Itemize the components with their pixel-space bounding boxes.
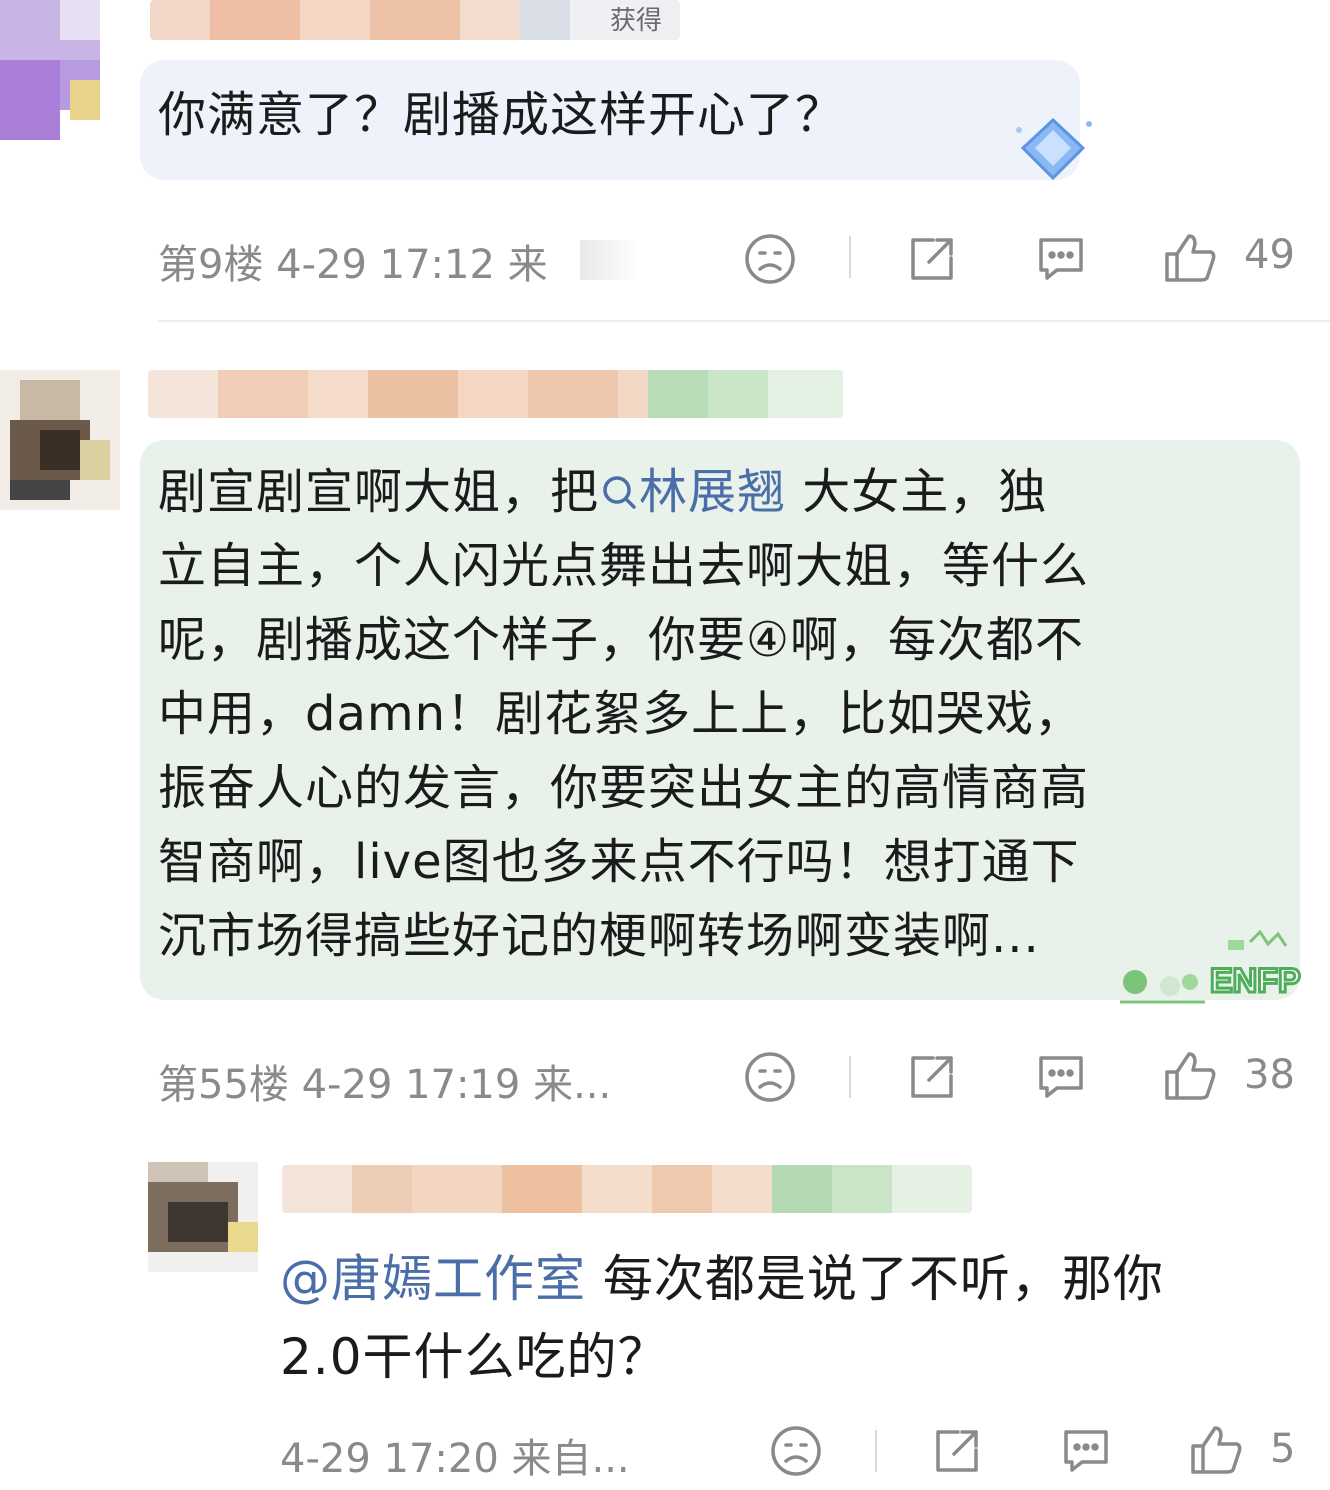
enfp-badge-text: ENFP bbox=[1210, 962, 1301, 1000]
enfp-sticker: ENFP bbox=[1110, 930, 1325, 1015]
comment-meta: 第55楼 4-29 17:19 来... bbox=[158, 1062, 612, 1108]
comment-meta: 4-29 17:20 来自... bbox=[280, 1436, 630, 1482]
username-blurred[interactable] bbox=[148, 370, 843, 418]
mention-link[interactable]: @唐嫣工作室 bbox=[280, 1250, 586, 1308]
avatar[interactable] bbox=[0, 370, 120, 510]
sad-face-icon[interactable] bbox=[769, 1424, 823, 1478]
comment-meta: 第9楼 4-29 17:12 来 bbox=[158, 242, 548, 288]
username-blurred[interactable] bbox=[150, 0, 680, 40]
search-icon bbox=[603, 476, 636, 509]
topic-link[interactable]: 林展翘 bbox=[599, 464, 786, 520]
like-count: 5 bbox=[1270, 1426, 1296, 1472]
like-count: 49 bbox=[1244, 232, 1295, 278]
sad-face-icon[interactable] bbox=[743, 232, 797, 286]
share-icon[interactable] bbox=[905, 1050, 959, 1104]
avatar[interactable] bbox=[148, 1162, 258, 1272]
share-icon[interactable] bbox=[905, 232, 959, 286]
avatar[interactable] bbox=[0, 0, 110, 150]
thumbs-up-icon[interactable] bbox=[1163, 1048, 1219, 1104]
username-blurred[interactable] bbox=[282, 1165, 972, 1213]
reply-text: @唐嫣工作室 每次都是说了不听，那你 2.0干什么吃的？ bbox=[280, 1250, 1164, 1386]
sad-face-icon[interactable] bbox=[743, 1050, 797, 1104]
user-badge: 获得 bbox=[610, 6, 663, 36]
comment-icon[interactable] bbox=[1033, 232, 1089, 286]
divider bbox=[849, 236, 851, 278]
comment-icon[interactable] bbox=[1033, 1050, 1089, 1104]
thumbs-up-icon[interactable] bbox=[1163, 230, 1219, 286]
diamond-badge-icon bbox=[1005, 110, 1105, 190]
divider bbox=[875, 1430, 877, 1472]
comment-text: 你满意了？剧播成这样开心了？ bbox=[158, 87, 845, 143]
thumbs-up-icon[interactable] bbox=[1189, 1422, 1245, 1478]
comment-divider bbox=[158, 320, 1330, 322]
comment-icon[interactable] bbox=[1058, 1424, 1114, 1478]
like-count: 38 bbox=[1244, 1052, 1295, 1098]
share-icon[interactable] bbox=[930, 1424, 984, 1478]
divider bbox=[849, 1056, 851, 1098]
comment-text: 剧宣剧宣啊大姐，把 林展翘 大女主，独 立自主，个人闪光点舞出去啊大姐，等什么 呢… bbox=[158, 464, 1090, 964]
